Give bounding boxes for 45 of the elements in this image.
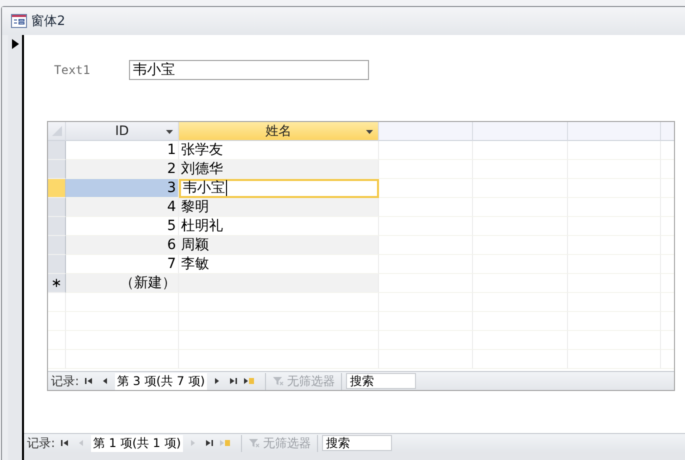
- table-cell: 刘德华: [179, 160, 379, 179]
- form-icon: [11, 14, 27, 28]
- table-cell: 7: [66, 255, 179, 274]
- table-cell: 杜明礼: [179, 217, 379, 236]
- select-all-icon[interactable]: [52, 126, 62, 136]
- filter-icon: [248, 437, 260, 449]
- navigation-label: 记录:: [51, 372, 80, 390]
- filter-icon: [272, 375, 284, 387]
- table-cell: 4: [66, 198, 179, 217]
- window-title: 窗体2: [31, 13, 66, 30]
- caret-icon[interactable]: [366, 130, 373, 134]
- row-selector[interactable]: [48, 198, 66, 217]
- search-field[interactable]: 搜索: [346, 373, 416, 389]
- table-cell: 3: [66, 179, 179, 198]
- table-cell: （新建）: [66, 274, 179, 293]
- field-label: Text1: [54, 63, 92, 77]
- row-selector[interactable]: [48, 141, 66, 160]
- row-selector[interactable]: [48, 236, 66, 255]
- table-cell: 5: [66, 217, 179, 236]
- table-cell: 周颖: [179, 236, 379, 255]
- record-position-field[interactable]: 第 1 项(共 1 项): [91, 434, 183, 452]
- row-selector[interactable]: [48, 160, 66, 179]
- new-record-marker: ∗: [48, 274, 66, 293]
- text-field[interactable]: 韦小宝: [129, 60, 369, 80]
- new-record-icon: [242, 375, 255, 387]
- caret-icon[interactable]: [166, 130, 173, 134]
- current-record-icon: [12, 39, 18, 49]
- search-field[interactable]: 搜索: [322, 435, 392, 451]
- table-cell: 2: [66, 160, 179, 179]
- table-cell: 黎明: [179, 198, 379, 217]
- column-header[interactable]: 姓名: [179, 122, 379, 141]
- table-cell: 李敏: [179, 255, 379, 274]
- record-position-field[interactable]: 第 3 项(共 7 项): [115, 372, 207, 390]
- row-selector[interactable]: [48, 217, 66, 236]
- text-cursor: [226, 180, 227, 196]
- table-cell: 张学友: [179, 141, 379, 160]
- row-selector[interactable]: [48, 255, 66, 274]
- table-cell: 1: [66, 141, 179, 160]
- table-cell: 韦小宝: [179, 179, 379, 198]
- new-record-icon: [218, 437, 231, 449]
- new-record-button[interactable]: [242, 375, 255, 387]
- table-cell: 6: [66, 236, 179, 255]
- column-header[interactable]: ID: [66, 122, 179, 141]
- row-selector[interactable]: [48, 179, 66, 198]
- navigation-label: 记录:: [27, 434, 56, 452]
